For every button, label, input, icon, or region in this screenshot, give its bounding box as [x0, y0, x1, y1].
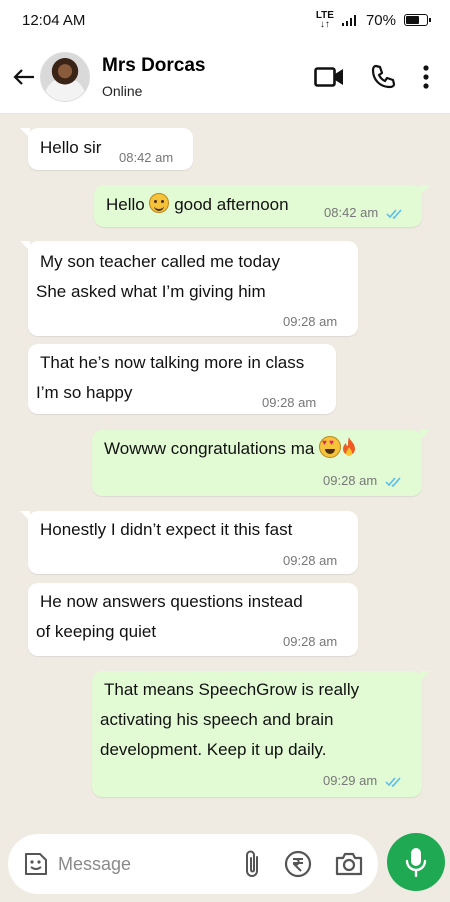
message-incoming[interactable]: He now answers questions instead of keep… [28, 583, 358, 656]
chat-header: Mrs Dorcas Online [0, 40, 450, 114]
more-vertical-icon [423, 64, 429, 89]
microphone-icon [405, 848, 427, 877]
message-time-text: 09:28 am [323, 473, 378, 488]
message-text-part: good afternoon [169, 195, 289, 214]
signal-icon [341, 15, 356, 26]
message-time-text: 09:29 am [323, 773, 378, 788]
paperclip-icon [246, 850, 258, 877]
message-text-part: Hello [106, 195, 150, 214]
contact-name: Mrs Dorcas [102, 54, 206, 76]
message-time: 09:28 am [262, 395, 317, 410]
message-input[interactable] [58, 853, 208, 875]
message-time: 08:42 am [119, 150, 174, 165]
fire-emoji-icon [343, 437, 356, 456]
payment-button[interactable] [284, 850, 312, 878]
attach-button[interactable] [244, 849, 262, 879]
message-text-line: My son teacher called me today [40, 252, 281, 271]
message-text: Wowww congratulations ma [104, 434, 357, 464]
message-text-line: That means SpeechGrow is really [104, 680, 360, 699]
battery-percent: 70% [365, 11, 396, 29]
message-incoming[interactable]: Honestly I didn’t expect it this fast 09… [20, 511, 358, 574]
message-time: 09:28 am [283, 314, 338, 329]
message-outgoing[interactable]: Wowww congratulations ma 09:28 am [92, 430, 430, 496]
contact-status: Online [102, 82, 143, 99]
message-time-text: 08:42 am [324, 205, 379, 220]
double-check-icon [385, 777, 401, 787]
message-text-line: He now answers questions instead [40, 592, 303, 611]
message-text-line: I’m so happy [36, 383, 133, 402]
sticker-icon [25, 853, 47, 875]
more-options-button[interactable] [422, 64, 430, 89]
sticker-button[interactable] [22, 850, 50, 878]
back-button[interactable] [10, 63, 38, 91]
status-time: 12:04 AM [22, 11, 86, 29]
message-text-line: activating his speech and brain [100, 710, 334, 729]
message-text: Hello good afternoon [106, 190, 289, 220]
message-time: 09:28 am [283, 634, 338, 649]
message-text-line: She asked what I’m giving him [36, 282, 266, 301]
message-outgoing[interactable]: Hello good afternoon 08:42 am [94, 185, 430, 227]
message-composer [8, 834, 378, 894]
message-time: 09:29 am [323, 773, 403, 789]
message-incoming[interactable]: Hello sir 08:42 am [20, 128, 193, 170]
camera-icon [335, 852, 363, 876]
contact-info[interactable]: Mrs Dorcas Online [102, 55, 206, 99]
message-text: Honestly I didn’t expect it this fast [40, 520, 293, 539]
rupee-icon [284, 850, 312, 878]
double-check-icon [385, 477, 401, 487]
heart-eyes-emoji-icon [319, 436, 342, 458]
message-time: 08:42 am [324, 205, 404, 221]
message-text-line: development. Keep it up daily. [100, 740, 327, 759]
composer-actions [244, 849, 364, 879]
voice-call-button[interactable] [370, 64, 396, 90]
message-text-line: That he’s now talking more in class [40, 353, 305, 372]
message-text-line: of keeping quiet [36, 622, 157, 641]
avatar[interactable] [40, 51, 90, 102]
chat-area[interactable]: Hello sir 08:42 am Hello good afternoon … [0, 114, 450, 826]
voice-record-button[interactable] [387, 833, 445, 891]
message-time: 09:28 am [283, 553, 338, 568]
header-actions [314, 64, 440, 90]
double-check-icon [386, 209, 402, 219]
message-outgoing[interactable]: That means SpeechGrow is really activati… [92, 671, 430, 797]
message-text: Hello sir [40, 138, 102, 157]
phone-icon [371, 64, 396, 88]
camera-button[interactable] [334, 851, 364, 877]
smiling-face-emoji-icon [149, 193, 170, 213]
status-indicators: LTE ↓↑ 70% [315, 10, 431, 30]
message-incoming[interactable]: My son teacher called me today She asked… [20, 241, 358, 336]
battery-icon [404, 14, 431, 26]
back-arrow-icon [13, 68, 34, 85]
message-time: 09:28 am [323, 473, 403, 489]
battery-fill [406, 16, 420, 24]
video-camera-icon [314, 66, 343, 87]
lte-icon: LTE ↓↑ [315, 10, 334, 30]
message-incoming[interactable]: That he’s now talking more in class I’m … [28, 344, 336, 414]
video-call-button[interactable] [314, 66, 344, 88]
status-bar: 12:04 AM LTE ↓↑ 70% [0, 0, 450, 40]
message-text-part: Wowww congratulations ma [104, 439, 320, 458]
